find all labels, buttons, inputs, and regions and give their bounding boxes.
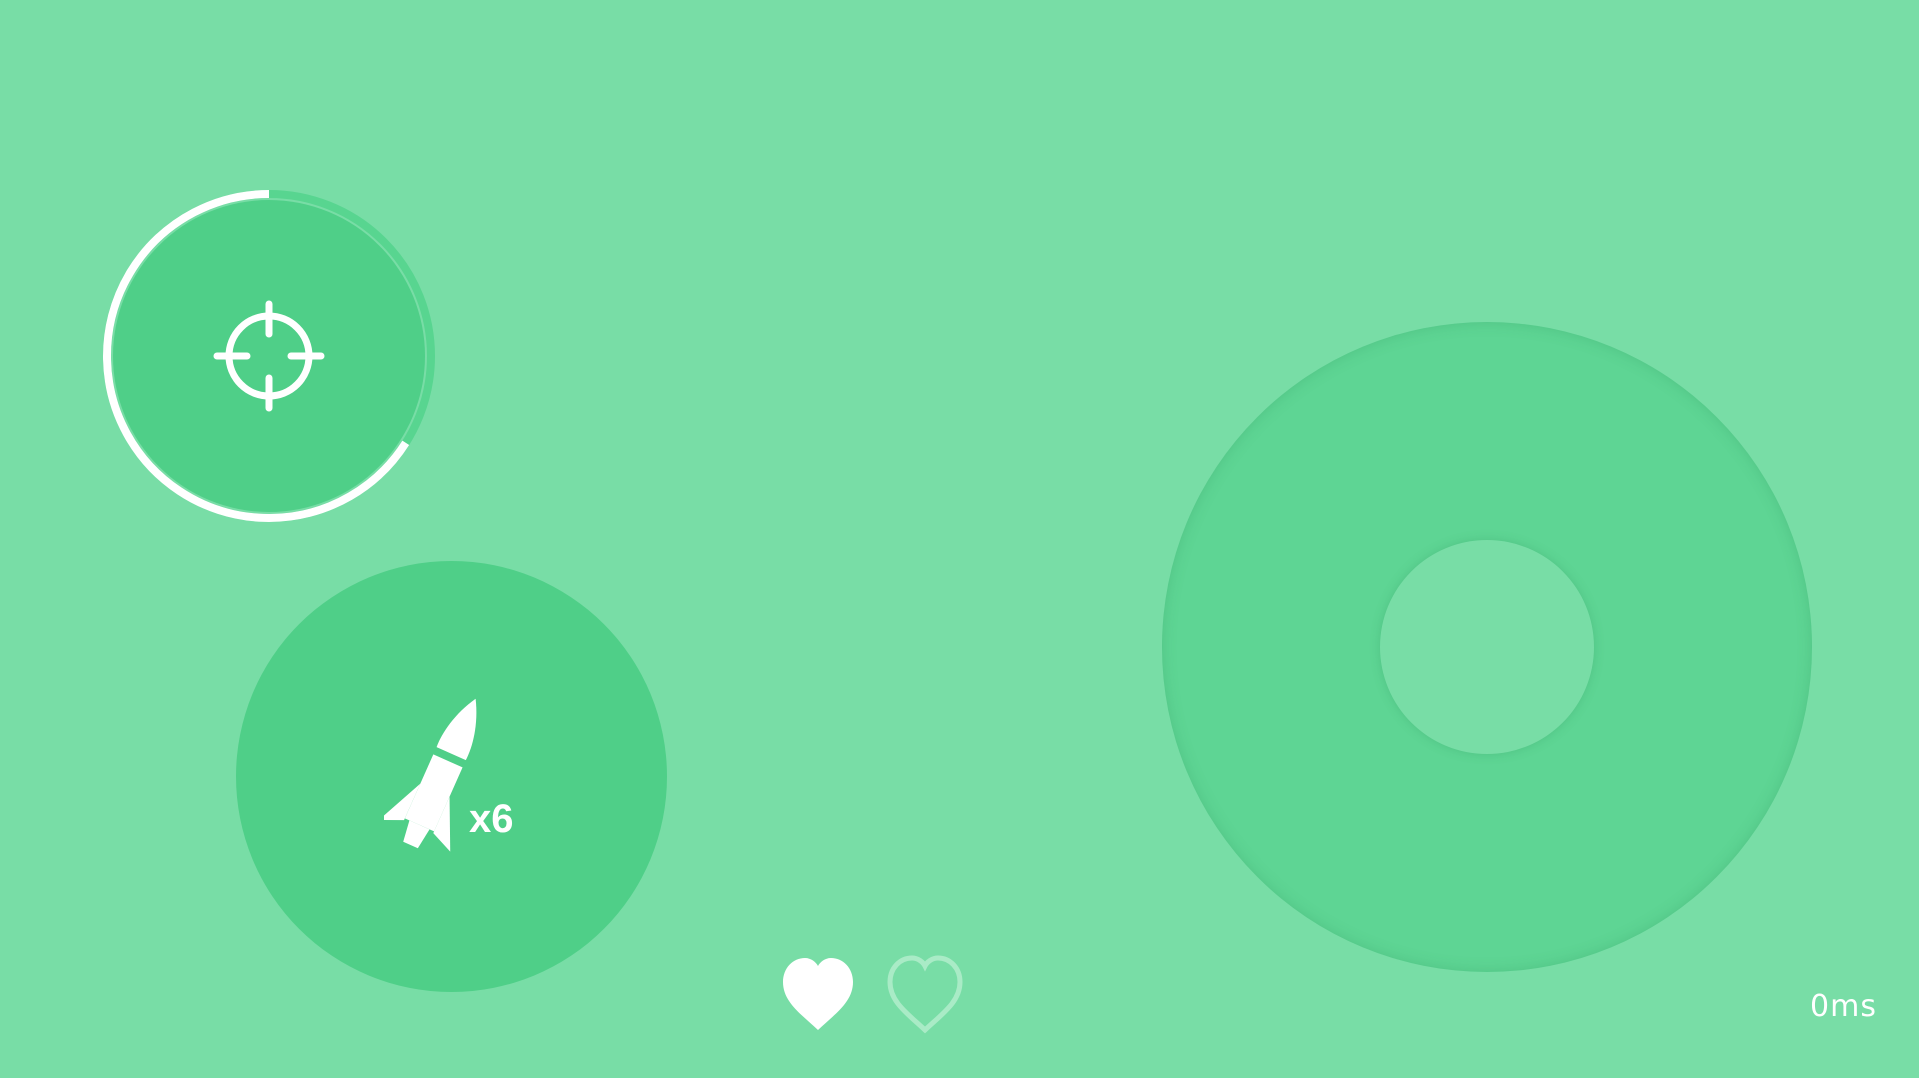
rocket-count-label: x6: [469, 797, 514, 841]
aim-button-fill: [113, 200, 425, 512]
joystick-knob[interactable]: [1380, 540, 1594, 754]
lives-indicator: [775, 950, 968, 1036]
heart-outline-icon: [887, 955, 963, 1034]
joystick-base[interactable]: [1162, 322, 1812, 972]
aim-button[interactable]: [102, 189, 436, 523]
ping-label: 0ms: [1810, 989, 1877, 1024]
rocket-button[interactable]: x6: [236, 561, 667, 992]
aim-button-graphic: [103, 190, 435, 522]
game-stage: x6 0ms: [0, 0, 1919, 1078]
heart-filled-icon: [783, 958, 853, 1030]
rocket-icon: [384, 698, 477, 852]
